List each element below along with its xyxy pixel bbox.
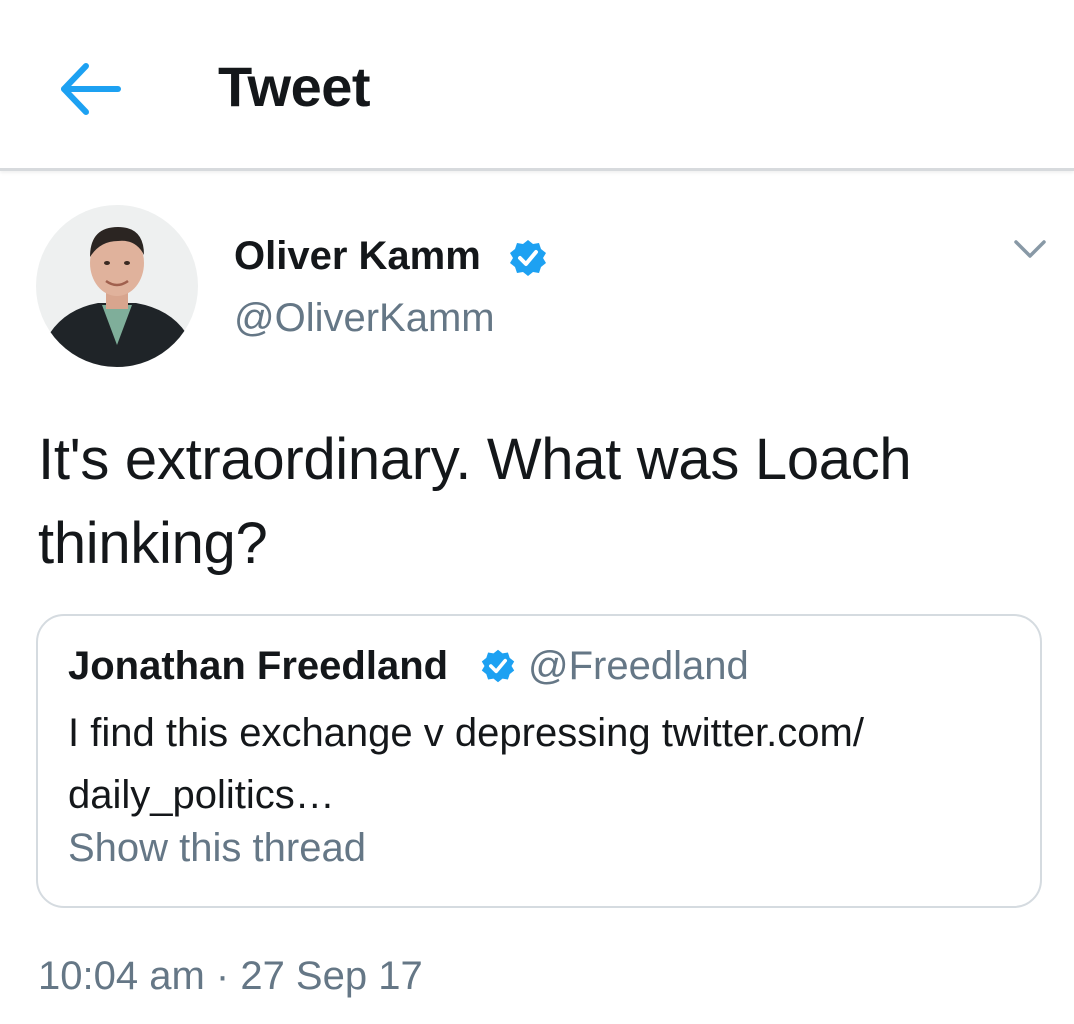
quoted-author-name: Jonathan Freedland (68, 644, 449, 688)
arrow-left-icon (61, 63, 121, 115)
tweet-timestamp: 10:04 am · 27 Sep 17 (38, 954, 423, 998)
show-thread-link[interactable]: Show this thread (68, 826, 366, 871)
avatar-photo (36, 205, 198, 367)
verified-badge-icon (510, 240, 546, 276)
back-button[interactable] (56, 58, 124, 120)
avatar[interactable] (36, 205, 198, 367)
author-handle[interactable]: @OliverKamm (234, 296, 495, 341)
page-title: Tweet (218, 55, 371, 118)
author-name[interactable]: Oliver Kamm (234, 234, 481, 279)
quoted-tweet-text: I find this exchange v depressing twitte… (68, 711, 864, 817)
quoted-author-handle: @Freedland (528, 644, 749, 688)
tweet-text: It's extraordinary. What was Loach think… (38, 427, 912, 576)
tweet-menu-button[interactable] (1010, 232, 1050, 268)
top-bar: Tweet (0, 0, 1074, 171)
quoted-tweet[interactable]: Jonathan Freedland @Freedland I find thi… (36, 614, 1042, 908)
verified-badge-icon (481, 649, 515, 683)
chevron-down-icon (1014, 240, 1046, 258)
author-name-text: Oliver Kamm (234, 234, 481, 278)
